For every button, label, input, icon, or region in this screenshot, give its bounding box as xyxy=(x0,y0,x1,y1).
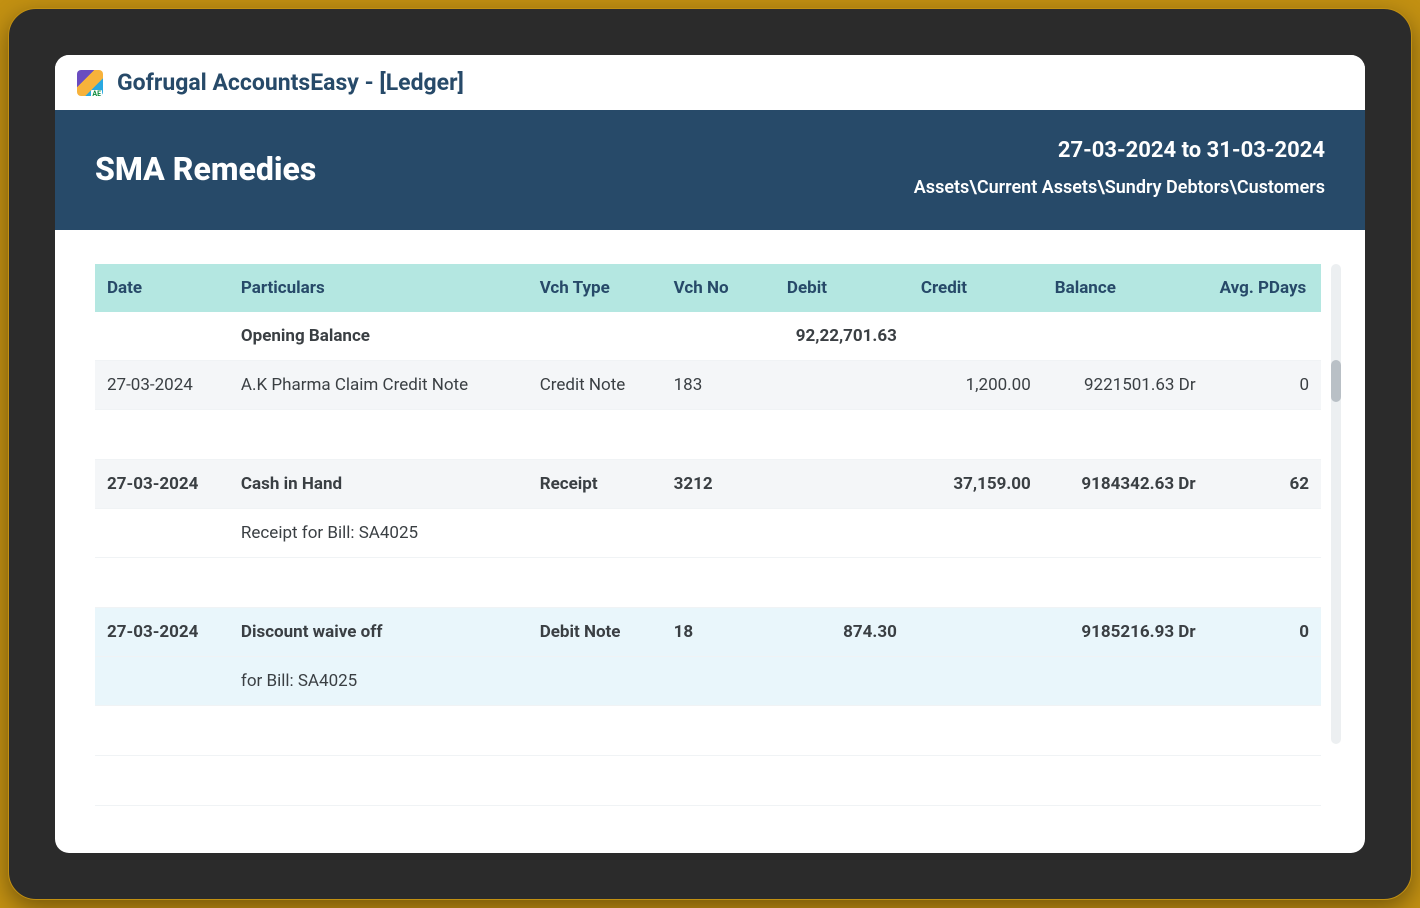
cell-vch-type xyxy=(528,657,662,706)
cell-particulars: A.K Pharma Claim Credit Note xyxy=(229,361,528,410)
cell-debit xyxy=(775,460,909,509)
device-frame: AE Gofrugal AccountsEasy - [Ledger] SMA … xyxy=(8,8,1412,900)
cell-debit xyxy=(775,361,909,410)
col-balance[interactable]: Balance xyxy=(1043,264,1208,312)
content-area: Date Particulars Vch Type Vch No Debit C… xyxy=(55,230,1365,853)
cell-balance xyxy=(1043,312,1208,361)
cell-vch-no: 183 xyxy=(662,361,775,410)
cell-date: 27-03-2024 xyxy=(95,460,229,509)
table-row xyxy=(95,410,1321,460)
scrollbar-track[interactable] xyxy=(1331,264,1341,744)
cell-credit xyxy=(909,509,1043,558)
col-credit[interactable]: Credit xyxy=(909,264,1043,312)
ledger-table-wrap: Date Particulars Vch Type Vch No Debit C… xyxy=(95,264,1341,853)
breadcrumb: Assets\Current Assets\Sundry Debtors\Cus… xyxy=(914,177,1325,198)
cell-vch-no: 3212 xyxy=(662,460,775,509)
app-icon: AE xyxy=(77,70,103,96)
cell-credit: 1,200.00 xyxy=(909,361,1043,410)
cell-debit: 92,22,701.63 xyxy=(775,312,909,361)
empty-cell xyxy=(95,756,1321,806)
col-particulars[interactable]: Particulars xyxy=(229,264,528,312)
cell-balance: 9184342.63 Dr xyxy=(1043,460,1208,509)
cell-date xyxy=(95,312,229,361)
cell-date: 27-03-2024 xyxy=(95,608,229,657)
app-icon-label: AE xyxy=(91,90,102,96)
empty-cell xyxy=(95,706,1321,756)
date-range: 27-03-2024 to 31-03-2024 xyxy=(914,138,1325,163)
cell-balance: 9221501.63 Dr xyxy=(1043,361,1208,410)
cell-date xyxy=(95,509,229,558)
cell-credit xyxy=(909,312,1043,361)
table-row[interactable]: 27-03-2024Discount waive offDebit Note18… xyxy=(95,608,1321,657)
cell-balance: 9185216.93 Dr xyxy=(1043,608,1208,657)
table-row[interactable]: for Bill: SA4025 xyxy=(95,657,1321,706)
empty-cell xyxy=(95,410,1321,460)
cell-vch-type: Credit Note xyxy=(528,361,662,410)
cell-debit xyxy=(775,509,909,558)
cell-vch-type: Debit Note xyxy=(528,608,662,657)
cell-date: 27-03-2024 xyxy=(95,361,229,410)
col-date[interactable]: Date xyxy=(95,264,229,312)
app-title: Gofrugal AccountsEasy - [Ledger] xyxy=(117,69,464,96)
page-title: SMA Remedies xyxy=(95,150,316,188)
cell-vch-type xyxy=(528,509,662,558)
empty-cell xyxy=(95,558,1321,608)
table-row xyxy=(95,756,1321,806)
ledger-body: Opening Balance92,22,701.6327-03-2024A.K… xyxy=(95,312,1321,806)
cell-particulars: Discount waive off xyxy=(229,608,528,657)
cell-vch-type xyxy=(528,312,662,361)
header-right: 27-03-2024 to 31-03-2024 Assets\Current … xyxy=(914,138,1325,198)
col-debit[interactable]: Debit xyxy=(775,264,909,312)
cell-vch-no xyxy=(662,657,775,706)
cell-vch-no xyxy=(662,509,775,558)
ledger-header-row: Date Particulars Vch Type Vch No Debit C… xyxy=(95,264,1321,312)
scrollbar-thumb[interactable] xyxy=(1331,360,1341,402)
col-vch-no[interactable]: Vch No xyxy=(662,264,775,312)
ledger-table: Date Particulars Vch Type Vch No Debit C… xyxy=(95,264,1321,806)
table-row[interactable]: 27-03-2024Cash in HandReceipt3212 37,159.… xyxy=(95,460,1321,509)
cell-particulars: for Bill: SA4025 xyxy=(229,657,528,706)
col-vch-type[interactable]: Vch Type xyxy=(528,264,662,312)
cell-debit xyxy=(775,657,909,706)
cell-particulars: Cash in Hand xyxy=(229,460,528,509)
cell-credit: 37,159.00 xyxy=(909,460,1043,509)
page-header: SMA Remedies 27-03-2024 to 31-03-2024 As… xyxy=(55,110,1365,230)
cell-credit xyxy=(909,657,1043,706)
cell-avg-pdays xyxy=(1208,509,1321,558)
cell-avg-pdays: 62 xyxy=(1208,460,1321,509)
table-row xyxy=(95,706,1321,756)
cell-avg-pdays: 0 xyxy=(1208,608,1321,657)
table-row[interactable]: Receipt for Bill: SA4025 xyxy=(95,509,1321,558)
titlebar: AE Gofrugal AccountsEasy - [Ledger] xyxy=(55,55,1365,110)
cell-vch-type: Receipt xyxy=(528,460,662,509)
cell-balance xyxy=(1043,509,1208,558)
cell-balance xyxy=(1043,657,1208,706)
col-avg-pdays[interactable]: Avg. PDays xyxy=(1208,264,1321,312)
cell-avg-pdays xyxy=(1208,657,1321,706)
cell-avg-pdays xyxy=(1208,312,1321,361)
cell-particulars: Receipt for Bill: SA4025 xyxy=(229,509,528,558)
cell-date xyxy=(95,657,229,706)
cell-debit: 874.30 xyxy=(775,608,909,657)
cell-particulars: Opening Balance xyxy=(229,312,528,361)
cell-vch-no xyxy=(662,312,775,361)
cell-avg-pdays: 0 xyxy=(1208,361,1321,410)
app-window: AE Gofrugal AccountsEasy - [Ledger] SMA … xyxy=(55,55,1365,853)
cell-vch-no: 18 xyxy=(662,608,775,657)
cell-credit xyxy=(909,608,1043,657)
table-row[interactable]: Opening Balance 92,22,701.63 xyxy=(95,312,1321,361)
table-row xyxy=(95,558,1321,608)
table-row[interactable]: 27-03-2024A.K Pharma Claim Credit NoteCr… xyxy=(95,361,1321,410)
